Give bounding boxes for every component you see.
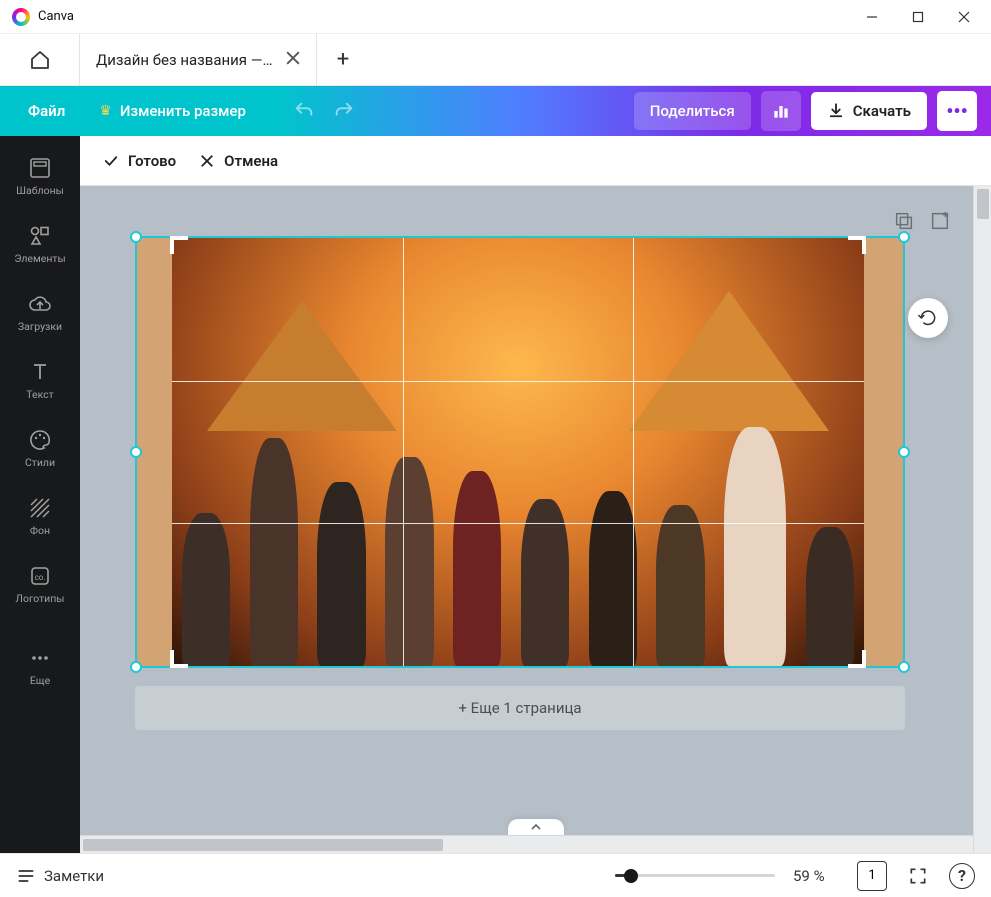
crop-handle[interactable] <box>170 236 188 254</box>
home-icon <box>28 48 52 72</box>
crop-handle[interactable] <box>848 650 866 668</box>
sidebar-item-templates[interactable]: Шаблоны <box>0 142 80 210</box>
resize-button[interactable]: ♛ Изменить размер <box>85 94 260 128</box>
crop-gridline <box>172 381 864 382</box>
sidebar-item-logos[interactable]: co. Логотипы <box>0 550 80 618</box>
zoom-slider[interactable] <box>615 874 775 877</box>
new-tab-button[interactable]: + <box>317 34 369 86</box>
close-icon <box>198 152 216 170</box>
document-tabbar: Дизайн без названия — 128 + <box>0 34 991 86</box>
crop-gridline <box>403 238 404 666</box>
sidebar-item-background[interactable]: Фон <box>0 482 80 550</box>
tab-close-button[interactable] <box>286 50 300 69</box>
palette-icon <box>28 428 52 452</box>
sidebar-item-elements[interactable]: Элементы <box>0 210 80 278</box>
window-minimize-button[interactable] <box>849 0 895 34</box>
cloud-upload-icon <box>28 292 52 316</box>
crop-done-button[interactable]: Готово <box>102 152 176 170</box>
collapse-panel-button[interactable] <box>508 819 564 835</box>
sidebar-item-styles[interactable]: Стили <box>0 414 80 482</box>
fullscreen-button[interactable] <box>905 863 931 889</box>
ellipsis-icon: ••• <box>946 99 968 123</box>
sidebar-item-more[interactable]: Еще <box>0 632 80 700</box>
vertical-scrollbar[interactable] <box>973 186 991 853</box>
background-icon <box>28 496 52 520</box>
crop-cancel-button[interactable]: Отмена <box>198 152 278 170</box>
templates-icon <box>28 156 52 180</box>
selection-handle[interactable] <box>130 661 142 673</box>
crop-handle[interactable] <box>170 650 188 668</box>
crop-gridline <box>633 238 634 666</box>
rotate-handle[interactable] <box>908 298 948 338</box>
download-icon <box>827 102 845 120</box>
selection-handle[interactable] <box>130 231 142 243</box>
window-close-button[interactable] <box>941 0 987 34</box>
chevron-up-icon <box>530 823 542 831</box>
add-page-button[interactable]: + Еще 1 страница <box>135 686 905 730</box>
share-button[interactable]: Поделиться <box>634 92 751 130</box>
resize-label: Изменить размер <box>120 102 246 120</box>
fullscreen-icon <box>908 866 928 886</box>
check-icon <box>102 152 120 170</box>
app-title: Canva <box>38 9 74 24</box>
document-tab[interactable]: Дизайн без названия — 128 <box>80 34 317 86</box>
duplicate-page-button[interactable] <box>893 210 915 232</box>
placed-image <box>172 238 864 666</box>
horizontal-scrollbar[interactable] <box>80 835 973 853</box>
svg-text:co.: co. <box>35 573 46 582</box>
rotate-icon <box>918 308 938 328</box>
image-crop-frame[interactable] <box>172 238 864 666</box>
crop-action-bar: Готово Отмена <box>80 136 991 186</box>
document-tab-title: Дизайн без названия — 128 <box>96 51 276 69</box>
left-sidebar: Шаблоны Элементы Загрузки Текст Стили Фо… <box>0 136 80 853</box>
help-button[interactable]: ? <box>949 863 975 889</box>
download-label: Скачать <box>853 102 911 120</box>
selection-handle[interactable] <box>898 231 910 243</box>
notes-icon <box>16 866 36 886</box>
window-titlebar: Canva <box>0 0 991 34</box>
elements-icon <box>28 224 52 248</box>
home-tab[interactable] <box>0 34 80 86</box>
notes-button[interactable]: Заметки <box>16 866 104 886</box>
canvas-area[interactable]: + Еще 1 страница <box>80 186 991 853</box>
canva-logo-icon <box>12 8 30 26</box>
text-icon <box>28 360 52 384</box>
selection-handle[interactable] <box>898 661 910 673</box>
more-options-button[interactable]: ••• <box>937 91 977 131</box>
redo-button[interactable] <box>326 93 362 129</box>
page-navigator[interactable]: 1 <box>857 861 887 891</box>
bar-chart-icon <box>771 101 791 121</box>
selection-handle[interactable] <box>130 446 142 458</box>
crop-gridline <box>172 523 864 524</box>
undo-button[interactable] <box>286 93 322 129</box>
crop-handle[interactable] <box>848 236 866 254</box>
sidebar-item-uploads[interactable]: Загрузки <box>0 278 80 346</box>
crown-icon: ♛ <box>99 103 112 119</box>
sidebar-item-text[interactable]: Текст <box>0 346 80 414</box>
ellipsis-icon <box>28 646 52 670</box>
add-page-icon-button[interactable] <box>929 210 951 232</box>
window-maximize-button[interactable] <box>895 0 941 34</box>
download-button[interactable]: Скачать <box>811 92 927 130</box>
bottom-bar: Заметки 59 % 1 ? <box>0 853 991 897</box>
insights-button[interactable] <box>761 91 801 131</box>
logos-icon: co. <box>28 564 52 588</box>
zoom-percentage[interactable]: 59 % <box>793 867 839 885</box>
selection-handle[interactable] <box>898 446 910 458</box>
file-menu-button[interactable]: Файл <box>14 94 79 128</box>
main-toolbar: Файл ♛ Изменить размер Поделиться Скачат… <box>0 86 991 136</box>
